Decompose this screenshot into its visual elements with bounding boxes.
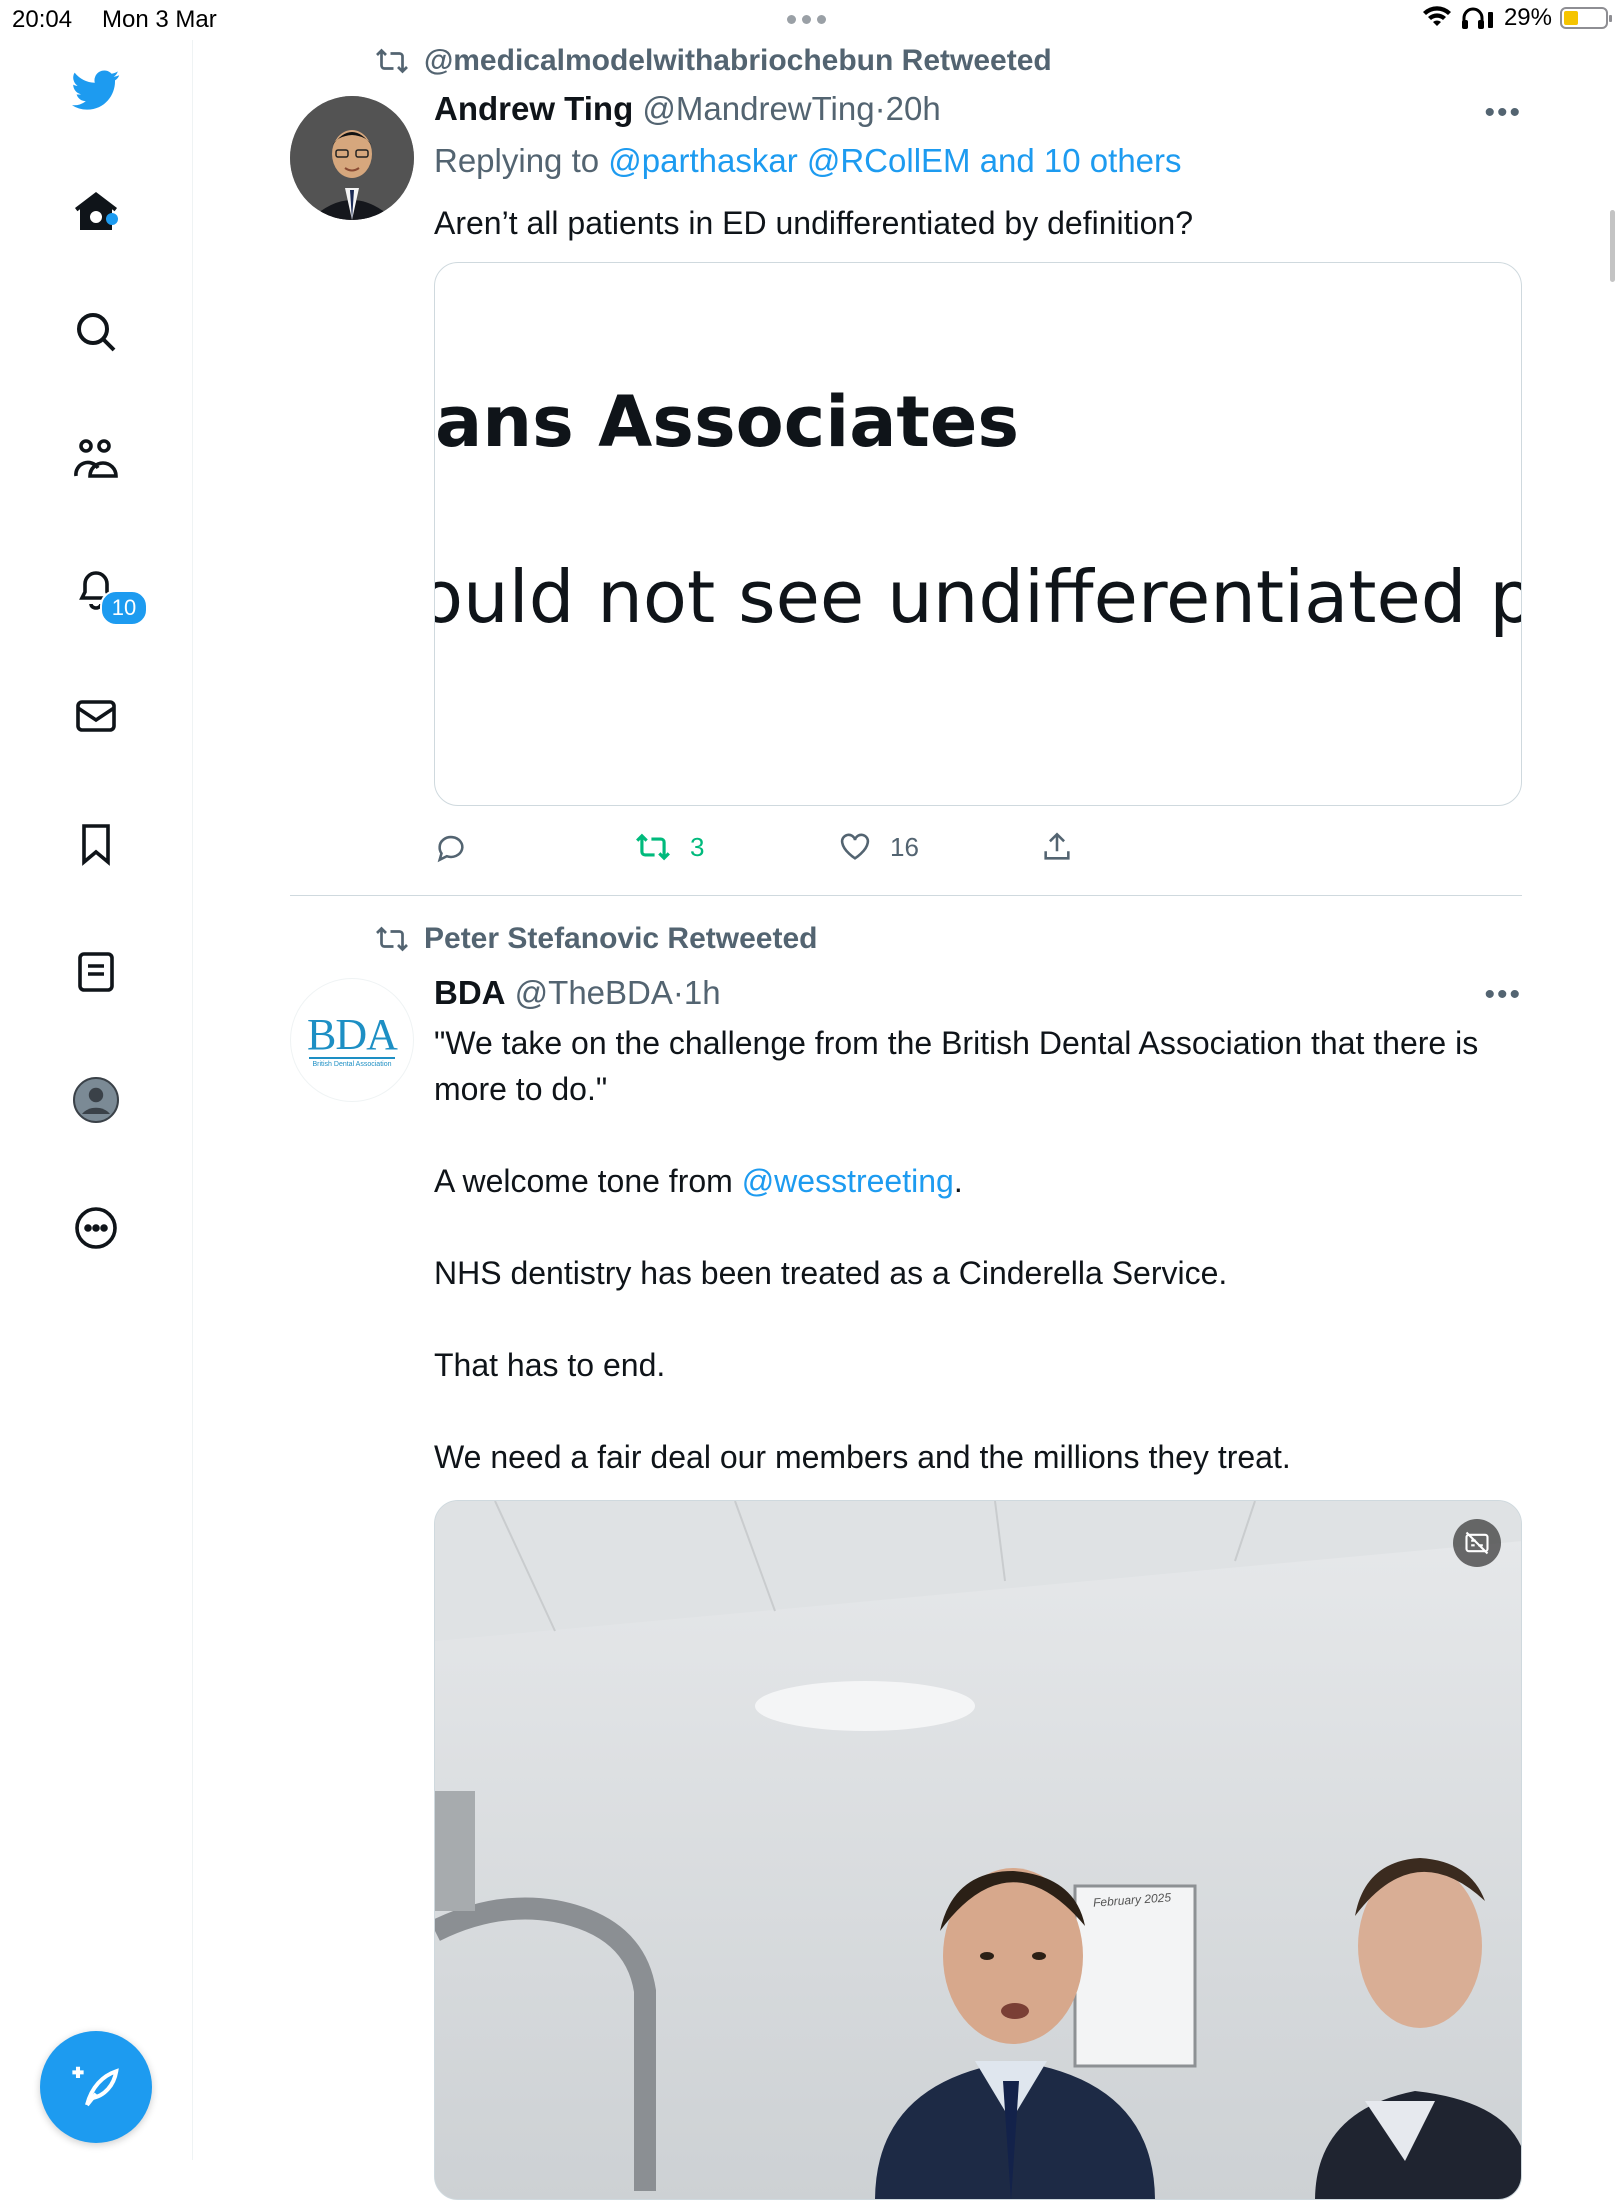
tweet-paragraph: NHS dentistry has been treated as a Cind… [434, 1255, 1228, 1291]
share-icon [1044, 832, 1070, 860]
tweet-paragraph: A welcome tone from @wesstreeting. [434, 1163, 963, 1199]
tweet-image[interactable]: ans Associates ould not see undifferenti… [434, 262, 1522, 806]
retweet-context: @medicalmodelwithabriochebun Retweeted [374, 44, 1052, 78]
tweet-video[interactable]: February 2025 [434, 1500, 1522, 2200]
tweet-time[interactable]: 1h [684, 974, 721, 1011]
replying-to-label: Replying to [434, 142, 609, 179]
lists-icon[interactable] [66, 942, 126, 1002]
tweet-time[interactable]: 20h [886, 90, 941, 127]
tweet-more-button[interactable]: ••• [1484, 978, 1522, 1012]
retweet-icon [636, 833, 670, 861]
compose-tweet-icon [72, 2066, 119, 2107]
like-button[interactable]: 16 [838, 830, 919, 864]
retweet-icon [376, 48, 408, 74]
battery-icon [1560, 7, 1612, 29]
bda-logo-text: BDA [307, 1010, 398, 1059]
search-icon[interactable] [66, 302, 126, 362]
profile-icon[interactable] [66, 1070, 126, 1130]
status-indicators: 29% [1422, 4, 1612, 32]
scrollbar[interactable] [1610, 210, 1615, 282]
status-date: Mon 3 Mar [102, 6, 217, 33]
heart-icon [840, 833, 870, 860]
notifications-badge: 10 [100, 590, 148, 626]
bookmarks-icon[interactable] [66, 814, 126, 874]
retweet-icon [376, 926, 408, 952]
avatar[interactable]: BDA British Dental Association [290, 978, 414, 1102]
status-time: 20:04 [12, 6, 73, 33]
multitasking-grabber[interactable] [787, 12, 833, 26]
author-name[interactable]: Andrew Ting [434, 90, 633, 127]
separator: · [874, 90, 886, 127]
image-text-line-1: ans Associates [435, 381, 1020, 463]
reply-icon [437, 835, 464, 863]
headphones-icon [1461, 7, 1493, 29]
captions-off-icon [1465, 1531, 1489, 1555]
status-bar: 20:04 Mon 3 Mar 29% [0, 0, 1620, 40]
retweet-button[interactable]: 3 [634, 830, 704, 864]
twitter-logo-icon[interactable] [66, 60, 126, 120]
reply-context: Replying to @parthaskar @RCollEM and 10 … [434, 138, 1494, 184]
more-icon[interactable] [66, 1198, 126, 1258]
retweet-count: 3 [690, 831, 705, 862]
battery-percent: 29% [1503, 4, 1552, 31]
reply-mentions-link[interactable]: @parthaskar @RCollEM and 10 others [608, 142, 1181, 179]
tweet-text: Aren’t all patients in ED undifferentiat… [434, 205, 1193, 241]
sidebar: 10 [0, 40, 193, 2160]
tweet-text: "We take on the challenge from the Briti… [434, 1020, 1494, 1480]
tweet-paragraph: That has to end. [434, 1347, 666, 1383]
home-unread-dot [106, 213, 118, 225]
tweet-divider [290, 895, 1522, 896]
video-frame [435, 1501, 1521, 2199]
tweet-header: BDA @TheBDA·1h [434, 974, 721, 1012]
captions-toggle-button[interactable] [1453, 1519, 1501, 1567]
mention-link[interactable]: @wesstreeting [742, 1163, 954, 1199]
messages-icon[interactable] [66, 686, 126, 746]
tweet-paragraph: "We take on the challenge from the Briti… [434, 1025, 1479, 1107]
compose-tweet-button[interactable] [40, 2031, 152, 2143]
tweet-actions: 3 16 [434, 830, 1522, 880]
image-text-line-2: ould not see undifferentiated pati [434, 555, 1522, 639]
retweeted-by-label[interactable]: Peter Stefanovic Retweeted [424, 922, 817, 956]
tweet-header: Andrew Ting @MandrewTing·20h [434, 90, 941, 128]
bda-logo-subtitle: British Dental Association [312, 1061, 392, 1068]
tweet[interactable]: @medicalmodelwithabriochebun Retweeted A… [290, 40, 1522, 900]
tweet-paragraph: We need a fair deal our members and the … [434, 1439, 1291, 1475]
tweet-more-button[interactable]: ••• [1484, 96, 1522, 130]
bda-logo-rule [309, 1057, 395, 1059]
home-icon[interactable] [66, 182, 126, 242]
author-name[interactable]: BDA [434, 974, 506, 1011]
tweet[interactable]: Peter Stefanovic Retweeted BDA British D… [290, 922, 1522, 2200]
communities-icon[interactable] [66, 430, 126, 490]
like-count: 16 [890, 831, 919, 862]
share-button[interactable] [1040, 830, 1074, 864]
author-handle[interactable]: @TheBDA [515, 974, 673, 1011]
separator: · [672, 974, 684, 1011]
wifi-icon [1422, 6, 1451, 26]
retweeted-by-label[interactable]: @medicalmodelwithabriochebun Retweeted [424, 44, 1052, 78]
avatar[interactable] [290, 96, 414, 220]
author-handle[interactable]: @MandrewTing [642, 90, 874, 127]
reply-button[interactable] [434, 830, 486, 864]
retweet-context: Peter Stefanovic Retweeted [374, 922, 817, 956]
